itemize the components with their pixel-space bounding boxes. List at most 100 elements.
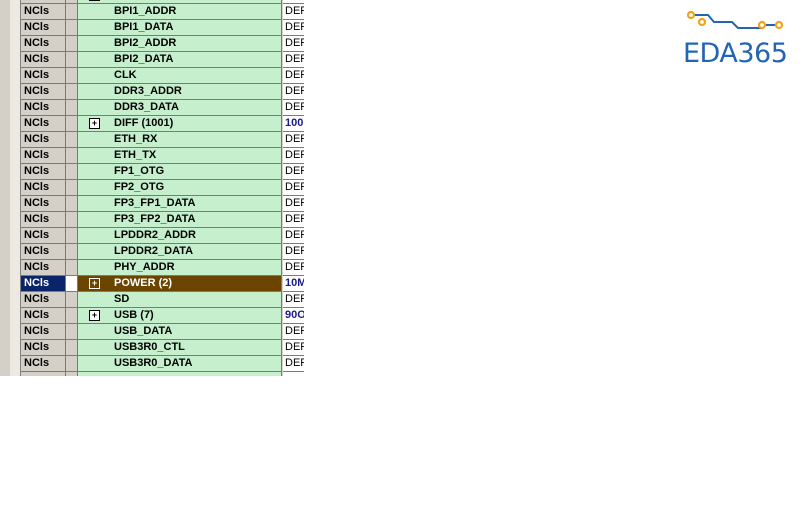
- net-class-name-cell[interactable]: PHY_ADDR: [78, 260, 282, 276]
- net-class-name-cell[interactable]: SD: [78, 292, 282, 308]
- row-flag-cell[interactable]: [66, 196, 78, 212]
- table-row[interactable]: NCls + POWER (2) 10M: [21, 276, 304, 292]
- net-class-name-cell[interactable]: BPI1_DATA: [78, 20, 282, 36]
- net-class-name-cell[interactable]: + USB (7): [78, 308, 282, 324]
- row-flag-cell[interactable]: [66, 324, 78, 340]
- net-class-value-cell[interactable]: DEF: [283, 20, 304, 36]
- table-row[interactable]: NCls USB3R0_CTL DEF: [21, 340, 304, 356]
- net-class-value-cell[interactable]: DEF: [283, 148, 304, 164]
- table-row[interactable]: NCls LPDDR2_ADDR DEF: [21, 228, 304, 244]
- table-row[interactable]: NCls + USB (7) 90O: [21, 308, 304, 324]
- table-row[interactable]: NCls SD DEF: [21, 292, 304, 308]
- table-row[interactable]: NCls DDR3_ADDR DEF: [21, 84, 304, 100]
- net-class-name-cell[interactable]: FP2_OTG: [78, 180, 282, 196]
- row-flag-cell[interactable]: [66, 164, 78, 180]
- net-class-type-cell[interactable]: NCls: [21, 68, 66, 84]
- net-class-type-cell[interactable]: NCls: [21, 116, 66, 132]
- row-flag-cell[interactable]: [66, 340, 78, 356]
- net-class-value-cell[interactable]: DEF: [283, 228, 304, 244]
- row-flag-cell[interactable]: [66, 84, 78, 100]
- table-row[interactable]: NCls LPDDR2_DATA DEF: [21, 244, 304, 260]
- table-row[interactable]: NCls + DIFF (1001) 100: [21, 116, 304, 132]
- table-row[interactable]: [21, 372, 304, 376]
- row-flag-cell[interactable]: [66, 148, 78, 164]
- net-class-name-cell[interactable]: CLK: [78, 68, 282, 84]
- net-class-type-cell[interactable]: NCls: [21, 356, 66, 372]
- net-class-value-cell[interactable]: DEF: [283, 84, 304, 100]
- row-flag-cell[interactable]: [66, 116, 78, 132]
- row-flag-cell[interactable]: [66, 356, 78, 372]
- row-flag-cell[interactable]: [66, 100, 78, 116]
- net-class-type-cell[interactable]: NCls: [21, 132, 66, 148]
- row-flag-cell[interactable]: [66, 372, 78, 376]
- net-class-type-cell[interactable]: NCls: [21, 292, 66, 308]
- net-class-type-cell[interactable]: NCls: [21, 228, 66, 244]
- net-class-value-cell[interactable]: DEF: [283, 292, 304, 308]
- expand-plus-icon[interactable]: +: [89, 310, 100, 321]
- expand-plus-icon[interactable]: +: [89, 0, 100, 1]
- net-class-type-cell[interactable]: NCls: [21, 180, 66, 196]
- net-class-type-cell[interactable]: NCls: [21, 324, 66, 340]
- net-class-type-cell[interactable]: NCls: [21, 84, 66, 100]
- net-class-value-cell[interactable]: DEF: [283, 4, 304, 20]
- net-class-name-cell[interactable]: LPDDR2_ADDR: [78, 228, 282, 244]
- row-flag-cell[interactable]: [66, 180, 78, 196]
- net-class-name-cell[interactable]: FP3_FP2_DATA: [78, 212, 282, 228]
- table-row[interactable]: NCls FP3_FP2_DATA DEF: [21, 212, 304, 228]
- net-class-value-cell[interactable]: [283, 372, 304, 376]
- net-class-type-cell[interactable]: NCls: [21, 196, 66, 212]
- net-class-type-cell[interactable]: NCls: [21, 4, 66, 20]
- net-class-value-cell[interactable]: DEF: [283, 212, 304, 228]
- net-class-value-cell[interactable]: 10M: [283, 276, 304, 292]
- net-class-name-cell[interactable]: FP1_OTG: [78, 164, 282, 180]
- net-class-name-cell[interactable]: BPI1_ADDR: [78, 4, 282, 20]
- table-row[interactable]: NCls BPI2_ADDR DEF: [21, 36, 304, 52]
- net-class-value-cell[interactable]: DEF: [283, 164, 304, 180]
- net-class-name-cell[interactable]: ETH_RX: [78, 132, 282, 148]
- net-class-type-cell[interactable]: NCls: [21, 276, 66, 292]
- row-flag-cell[interactable]: [66, 244, 78, 260]
- table-row[interactable]: NCls BPI2_DATA DEF: [21, 52, 304, 68]
- net-class-value-cell[interactable]: DEF: [283, 260, 304, 276]
- table-row[interactable]: NCls FP1_OTG DEF: [21, 164, 304, 180]
- net-class-type-cell[interactable]: NCls: [21, 164, 66, 180]
- expand-plus-icon[interactable]: +: [89, 278, 100, 289]
- net-class-type-cell[interactable]: NCls: [21, 36, 66, 52]
- table-row[interactable]: NCls USB3R0_DATA DEF: [21, 356, 304, 372]
- row-flag-cell[interactable]: [66, 260, 78, 276]
- table-row[interactable]: NCls ETH_RX DEF: [21, 132, 304, 148]
- net-class-value-cell[interactable]: DEF: [283, 36, 304, 52]
- net-class-type-cell[interactable]: NCls: [21, 340, 66, 356]
- table-row[interactable]: NCls FP2_OTG DEF: [21, 180, 304, 196]
- net-class-name-cell[interactable]: ETH_TX: [78, 148, 282, 164]
- net-class-value-cell[interactable]: DEF: [283, 196, 304, 212]
- net-class-value-cell[interactable]: DEF: [283, 132, 304, 148]
- net-class-name-cell[interactable]: BPI2_ADDR: [78, 36, 282, 52]
- row-flag-cell[interactable]: [66, 4, 78, 20]
- net-class-value-cell[interactable]: 100: [283, 116, 304, 132]
- net-class-value-cell[interactable]: DEF: [283, 356, 304, 372]
- net-class-value-cell[interactable]: DEF: [283, 180, 304, 196]
- net-class-name-cell[interactable]: BPI2_DATA: [78, 52, 282, 68]
- net-class-name-cell[interactable]: + DIFF (1001): [78, 116, 282, 132]
- table-row[interactable]: NCls USB_DATA DEF: [21, 324, 304, 340]
- table-row[interactable]: NCls FP3_FP1_DATA DEF: [21, 196, 304, 212]
- net-class-name-cell[interactable]: DDR3_ADDR: [78, 84, 282, 100]
- row-flag-cell[interactable]: [66, 132, 78, 148]
- net-class-name-cell[interactable]: USB3R0_DATA: [78, 356, 282, 372]
- net-class-value-cell[interactable]: DEF: [283, 52, 304, 68]
- row-flag-cell[interactable]: [66, 36, 78, 52]
- net-class-type-cell[interactable]: NCls: [21, 212, 66, 228]
- net-class-type-cell[interactable]: NCls: [21, 20, 66, 36]
- net-class-value-cell[interactable]: DEF: [283, 244, 304, 260]
- net-class-value-cell[interactable]: DEF: [283, 100, 304, 116]
- row-flag-cell[interactable]: [66, 68, 78, 84]
- row-flag-cell[interactable]: [66, 52, 78, 68]
- net-class-type-cell[interactable]: NCls: [21, 52, 66, 68]
- net-class-value-cell[interactable]: DEF: [283, 68, 304, 84]
- net-class-name-cell[interactable]: [78, 372, 282, 376]
- net-class-name-cell[interactable]: USB3R0_CTL: [78, 340, 282, 356]
- net-class-type-cell[interactable]: NCls: [21, 100, 66, 116]
- table-row[interactable]: NCls ETH_TX DEF: [21, 148, 304, 164]
- row-flag-cell[interactable]: [66, 20, 78, 36]
